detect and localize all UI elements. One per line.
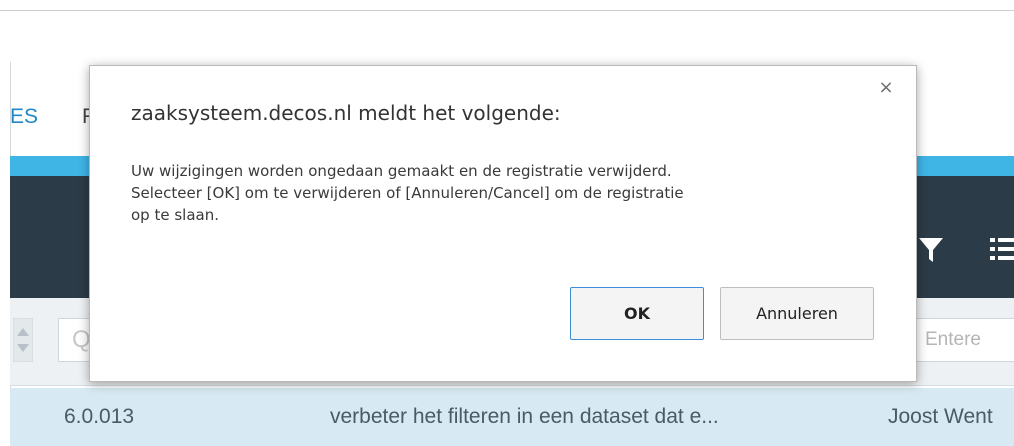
description-cell: verbeter het filteren in een dataset dat… (330, 405, 719, 428)
list-icon[interactable] (990, 236, 1014, 262)
version-cell: 6.0.013 (64, 405, 135, 428)
search-icon: Q (72, 326, 91, 353)
filter-input[interactable] (908, 318, 1014, 362)
filter-icon[interactable] (918, 236, 944, 264)
dialog-title: zaaksysteem.decos.nl meldt het volgende: (131, 101, 561, 125)
ok-button[interactable]: OK (570, 287, 704, 340)
message-line: op te slaan. (131, 206, 219, 224)
close-icon[interactable]: × (876, 78, 896, 98)
sort-icon[interactable] (12, 317, 34, 363)
message-line: Selecteer [OK] om te verwijderen of [Ann… (131, 184, 684, 202)
dialog-message: Uw wijzigingen worden ongedaan gemaakt e… (131, 160, 871, 226)
message-line: Uw wijzigingen worden ongedaan gemaakt e… (131, 162, 672, 180)
nav-item-es[interactable]: ES (10, 95, 38, 139)
user-cell: Joost Went (888, 405, 993, 428)
table-row[interactable]: 6.0.013 verbeter het filteren in een dat… (10, 388, 1014, 446)
cancel-button[interactable]: Annuleren (720, 287, 874, 340)
top-divider (0, 10, 1014, 11)
